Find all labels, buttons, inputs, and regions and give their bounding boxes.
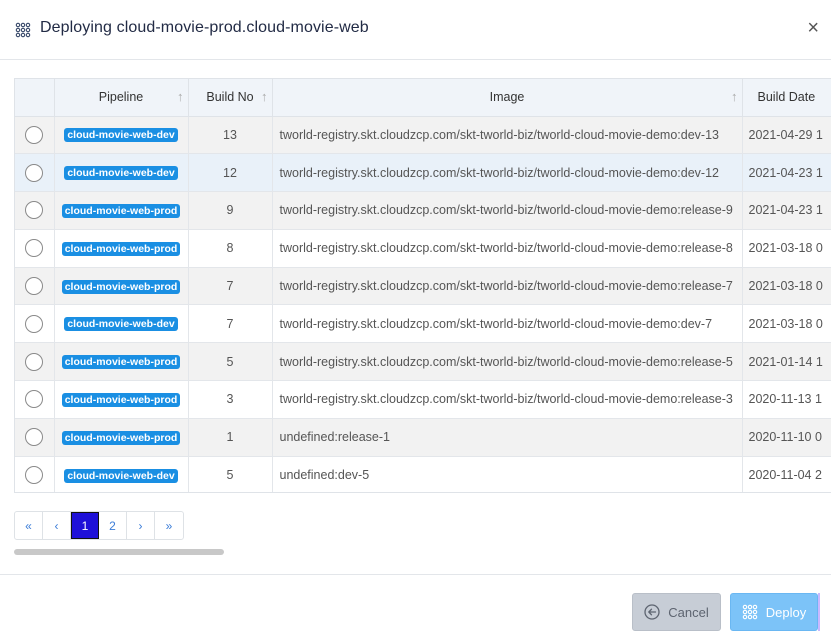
image-cell: undefined:release-1: [272, 418, 743, 457]
row-radio-button[interactable]: [25, 466, 44, 485]
row-radio-button[interactable]: [25, 352, 44, 371]
last-page-button[interactable]: »: [155, 512, 183, 539]
row-radio-button[interactable]: [25, 163, 44, 182]
table-row[interactable]: cloud-movie-web-prod 7 tworld-registry.s…: [15, 267, 831, 306]
row-radio-button[interactable]: [25, 428, 44, 447]
horizontal-scrollbar[interactable]: [14, 549, 224, 555]
build-no-cell: 7: [188, 267, 273, 306]
column-header-image[interactable]: Image ↑: [272, 79, 743, 117]
table-row[interactable]: cloud-movie-web-prod 3 tworld-registry.s…: [15, 380, 831, 419]
sort-arrow-icon[interactable]: ↑: [261, 89, 268, 104]
next-page-button[interactable]: ›: [127, 512, 155, 539]
column-header-build-no[interactable]: Build No ↑: [188, 79, 273, 117]
column-header-build-date[interactable]: Build Date: [742, 79, 831, 117]
pipeline-badge: cloud-movie-web-prod: [61, 241, 181, 256]
build-date-cell: 2020-11-04 2: [742, 456, 831, 492]
grid-dots-icon: [15, 22, 31, 38]
deploy-button[interactable]: Deploy: [730, 593, 818, 631]
build-date-cell: 2020-11-13 1: [742, 380, 831, 419]
table-row[interactable]: cloud-movie-web-dev 13 tworld-registry.s…: [15, 116, 831, 155]
row-radio-button[interactable]: [25, 314, 44, 333]
sort-arrow-icon[interactable]: ↑: [731, 89, 738, 104]
image-cell: undefined:dev-5: [272, 456, 743, 492]
table-row[interactable]: cloud-movie-web-prod 1 undefined:release…: [15, 418, 831, 457]
image-cell: tworld-registry.skt.cloudzcp.com/skt-two…: [272, 116, 743, 155]
page-button-2[interactable]: 2: [99, 512, 127, 539]
table-row[interactable]: cloud-movie-web-prod 8 tworld-registry.s…: [15, 229, 831, 268]
build-no-cell: 9: [188, 191, 273, 230]
pipeline-badge: cloud-movie-web-dev: [64, 166, 178, 181]
build-date-cell: 2021-04-23 1: [742, 153, 831, 193]
prev-page-button[interactable]: ‹: [43, 512, 71, 539]
modal-header: Deploying cloud-movie-prod.cloud-movie-w…: [0, 0, 831, 60]
pipeline-badge: cloud-movie-web-prod: [61, 203, 181, 218]
build-date-cell: 2021-04-29 1: [742, 116, 831, 155]
build-date-cell: 2021-03-18 0: [742, 229, 831, 268]
column-header-pipeline[interactable]: Pipeline ↑: [54, 79, 189, 117]
pagination: « ‹ 1 2 › »: [14, 511, 184, 540]
row-radio-button[interactable]: [25, 201, 44, 220]
table-header-row: Pipeline ↑ Build No ↑ Image ↑ Build Date: [15, 79, 831, 117]
cancel-label: Cancel: [668, 604, 709, 620]
pipeline-badge: cloud-movie-web-dev: [64, 128, 178, 143]
build-no-cell: 5: [188, 342, 273, 382]
image-cell: tworld-registry.skt.cloudzcp.com/skt-two…: [272, 191, 743, 230]
build-no-cell: 12: [188, 153, 273, 193]
build-date-cell: 2021-04-23 1: [742, 191, 831, 230]
image-cell: tworld-registry.skt.cloudzcp.com/skt-two…: [272, 153, 743, 193]
table-row[interactable]: cloud-movie-web-dev 7 tworld-registry.sk…: [15, 304, 831, 344]
footer-divider: [0, 574, 831, 575]
build-no-cell: 8: [188, 229, 273, 268]
build-no-cell: 3: [188, 380, 273, 419]
row-radio-button[interactable]: [25, 125, 44, 144]
row-radio-button[interactable]: [25, 390, 44, 409]
build-no-cell: 7: [188, 304, 273, 344]
row-radio-button[interactable]: [25, 277, 44, 296]
build-date-cell: 2021-03-18 0: [742, 267, 831, 306]
image-cell: tworld-registry.skt.cloudzcp.com/skt-two…: [272, 229, 743, 268]
sort-arrow-icon[interactable]: ↑: [177, 89, 184, 104]
page-button-1[interactable]: 1: [71, 512, 99, 539]
select-column-header: [15, 79, 55, 117]
row-radio-button[interactable]: [25, 239, 44, 258]
pipeline-badge: cloud-movie-web-prod: [61, 430, 181, 445]
circle-arrow-left-icon: [644, 604, 660, 620]
image-cell: tworld-registry.skt.cloudzcp.com/skt-two…: [272, 342, 743, 382]
build-no-cell: 5: [188, 456, 273, 492]
build-no-cell: 13: [188, 116, 273, 155]
table-row[interactable]: cloud-movie-web-prod 5 tworld-registry.s…: [15, 342, 831, 382]
grid-dots-icon: [742, 604, 758, 620]
button-edge: [818, 593, 820, 631]
build-date-cell: 2020-11-10 0: [742, 418, 831, 457]
close-icon[interactable]: ×: [807, 18, 819, 38]
pipeline-badge: cloud-movie-web-dev: [64, 468, 178, 483]
pipeline-badge: cloud-movie-web-dev: [64, 317, 178, 332]
image-cell: tworld-registry.skt.cloudzcp.com/skt-two…: [272, 267, 743, 306]
pipeline-badge: cloud-movie-web-prod: [61, 355, 181, 370]
cancel-button[interactable]: Cancel: [632, 593, 721, 631]
table-row[interactable]: cloud-movie-web-dev 12 tworld-registry.s…: [15, 153, 831, 193]
image-cell: tworld-registry.skt.cloudzcp.com/skt-two…: [272, 380, 743, 419]
modal-title: Deploying cloud-movie-prod.cloud-movie-w…: [40, 19, 369, 36]
deploy-label: Deploy: [765, 604, 807, 620]
build-date-cell: 2021-01-14 1: [742, 342, 831, 382]
build-date-cell: 2021-03-18 0: [742, 304, 831, 344]
pipeline-badge: cloud-movie-web-prod: [61, 279, 181, 294]
pipeline-badge: cloud-movie-web-prod: [61, 392, 181, 407]
first-page-button[interactable]: «: [15, 512, 43, 539]
table-row[interactable]: cloud-movie-web-dev 5 undefined:dev-5 20…: [15, 456, 831, 492]
builds-table: Pipeline ↑ Build No ↑ Image ↑ Build Date cl…: [14, 78, 831, 493]
table-row[interactable]: cloud-movie-web-prod 9 tworld-registry.s…: [15, 191, 831, 230]
image-cell: tworld-registry.skt.cloudzcp.com/skt-two…: [272, 304, 743, 344]
build-no-cell: 1: [188, 418, 273, 457]
